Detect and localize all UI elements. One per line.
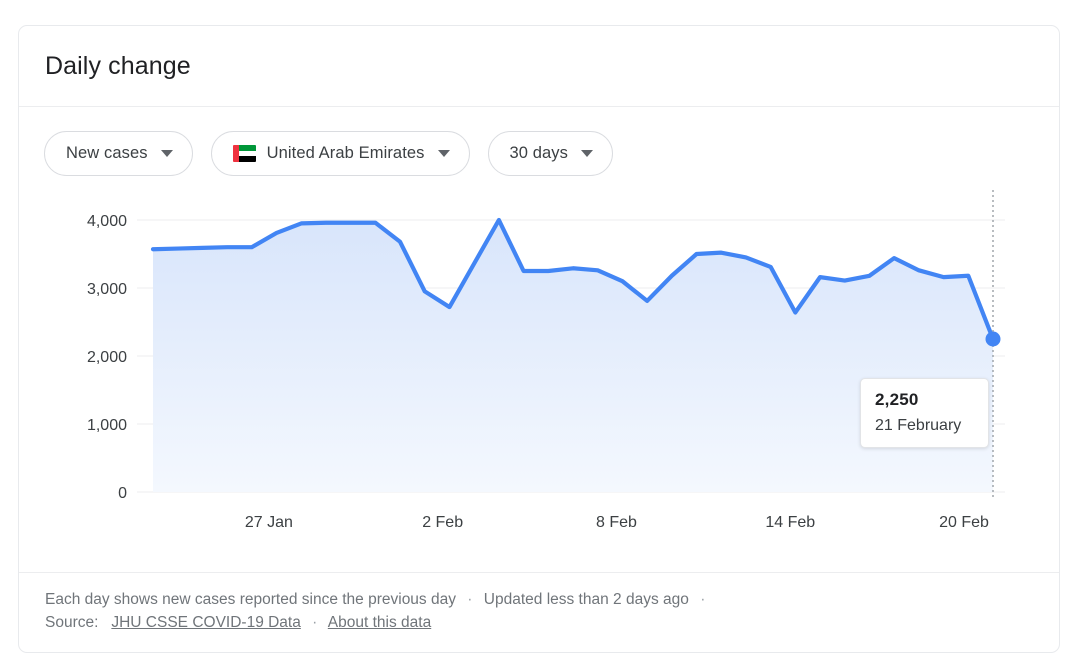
filter-chip-country[interactable]: United Arab Emirates [211,131,470,176]
chart-highlight-point[interactable] [986,332,1001,347]
svg-text:20 Feb: 20 Feb [939,514,989,531]
chart-area: 0 1,000 2,000 3,000 4,000 27 Jan 2 Feb 8 Feb 14… [19,190,1059,580]
svg-text:8 Feb: 8 Feb [596,514,637,531]
chart-y-axis-labels: 0 1,000 2,000 3,000 4,000 [87,213,127,502]
footer-updated: Updated less than 2 days ago [484,591,689,608]
svg-text:14 Feb: 14 Feb [765,514,815,531]
footer-note: Each day shows new cases reported since … [45,591,456,608]
tooltip-value: 2,250 [875,390,974,410]
footer-source-line: Source: JHU CSSE COVID-19 Data · About t… [45,611,1059,634]
svg-text:0: 0 [118,485,127,502]
footer-separator-3: · [305,614,324,631]
footer-note-line: Each day shows new cases reported since … [45,588,1059,611]
chevron-down-icon [161,150,173,157]
svg-text:3,000: 3,000 [87,281,127,298]
filter-chip-metric[interactable]: New cases [44,131,193,176]
filter-chip-range[interactable]: 30 days [488,131,614,176]
chevron-down-icon [581,150,593,157]
chart-area-fill [153,220,993,492]
filters-row: New cases United Arab Emirates 30 days [19,107,1059,176]
chart-x-axis-labels: 27 Jan 2 Feb 8 Feb 14 Feb 20 Feb [245,514,989,531]
chevron-down-icon [438,150,450,157]
daily-change-card: Daily change New cases United Arab Emira… [18,25,1060,653]
uae-flag-icon [233,145,256,162]
svg-text:27 Jan: 27 Jan [245,514,293,531]
filter-chip-metric-label: New cases [66,144,148,163]
footer-separator-2: · [693,591,712,608]
footer-source-label: Source: [45,614,98,631]
filter-chip-country-label: United Arab Emirates [267,144,425,163]
filter-chip-range-label: 30 days [510,144,569,163]
tooltip-date: 21 February [875,417,974,435]
about-this-data-link[interactable]: About this data [328,614,431,631]
footer-separator-1: · [460,591,479,608]
svg-text:2,000: 2,000 [87,349,127,366]
card-header: Daily change [19,26,1059,107]
source-link[interactable]: JHU CSSE COVID-19 Data [111,614,301,631]
page-title: Daily change [45,52,191,81]
svg-text:4,000: 4,000 [87,213,127,230]
svg-text:1,000: 1,000 [87,417,127,434]
svg-text:2 Feb: 2 Feb [422,514,463,531]
card-footer: Each day shows new cases reported since … [19,572,1059,652]
chart-tooltip: 2,250 21 February [860,378,989,448]
